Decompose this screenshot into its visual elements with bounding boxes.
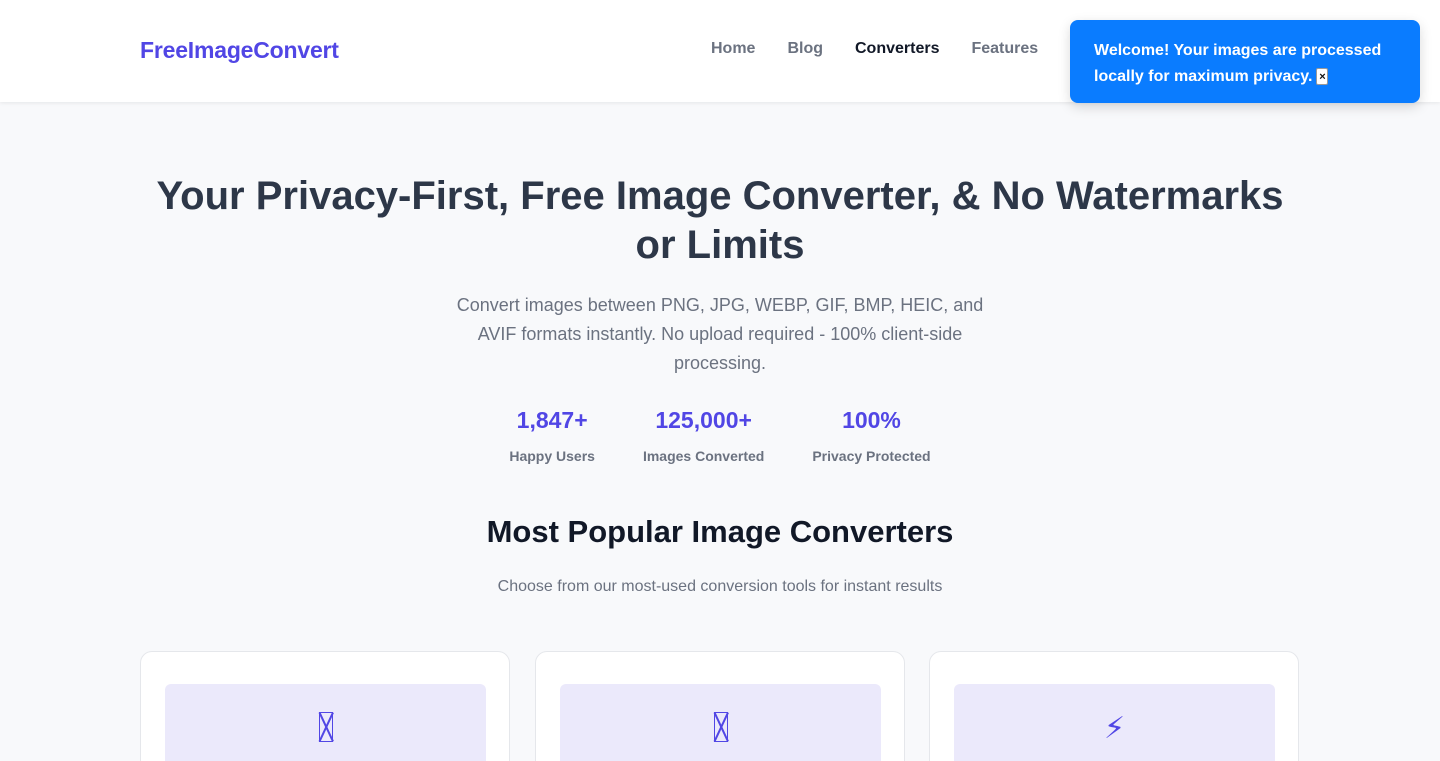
nav-home[interactable]: Home [711,40,755,58]
main-nav: Home Blog Converters Features He [711,40,1091,58]
stat-value: 1,847+ [516,407,588,433]
nav-features[interactable]: Features [971,40,1038,58]
stat-images-converted: 125,000+ Images Converted [643,404,764,464]
nav-blog[interactable]: Blog [787,40,823,58]
nav-converters[interactable]: Converters [855,40,939,58]
stats-row: 1,847+ Happy Users 125,000+ Images Conve… [500,404,940,464]
stat-happy-users: 1,847+ Happy Users [509,404,595,464]
lightning-icon: ⚡ [1103,711,1126,746]
missing-glyph-icon [318,712,333,761]
toast-close-button[interactable]: × [1316,68,1329,86]
missing-glyph-icon [713,712,728,761]
converter-card[interactable]: ⚡ [929,651,1299,761]
toast-message: Welcome! Your images are processed local… [1094,42,1382,85]
card-icon-container [165,684,486,761]
stat-label: Images Converted [642,448,765,464]
converter-card[interactable] [140,651,510,761]
converter-card[interactable] [535,651,905,761]
hero-title: Your Privacy-First, Free Image Converter… [156,174,1284,267]
welcome-toast: Welcome! Your images are processed local… [1070,20,1420,103]
popular-converters-subtitle: Choose from our most-used conversion too… [497,578,943,595]
card-icon-container: ⚡ [954,684,1275,761]
popular-converters-title: Most Popular Image Converters [486,514,954,549]
stat-value: 125,000+ [655,407,752,433]
card-icon-container [560,684,881,761]
hero-subtitle: Convert images between PNG, JPG, WEBP, G… [456,295,984,373]
stat-label: Privacy Protected [812,448,931,464]
stat-label: Happy Users [509,448,595,464]
stat-privacy-protected: 100% Privacy Protected [812,404,930,464]
logo[interactable]: FreeImageConvert [140,37,339,64]
stat-value: 100% [842,407,901,433]
